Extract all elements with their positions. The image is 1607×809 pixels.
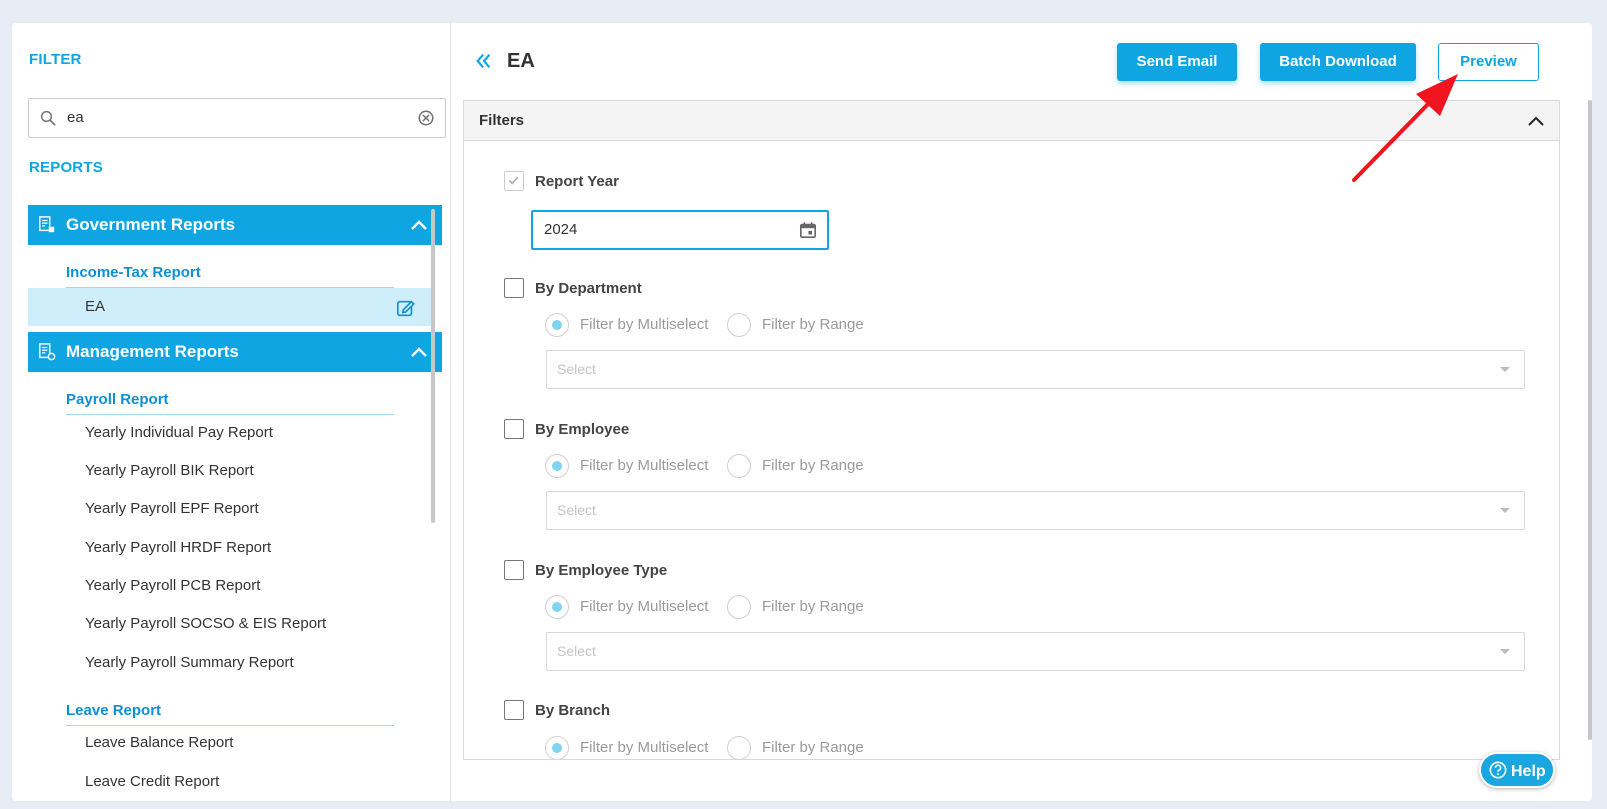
- annotation-arrow: [1352, 74, 1458, 182]
- report-item-label: Yearly Payroll EPF Report: [85, 500, 259, 517]
- by-employee-type-checkbox[interactable]: [504, 560, 524, 580]
- report-item-label: EA: [85, 298, 106, 315]
- help-label: Help: [1511, 763, 1546, 780]
- select-placeholder: Select: [557, 361, 596, 377]
- help-button[interactable]: Help: [1479, 752, 1555, 788]
- by-branch-checkbox[interactable]: [504, 700, 524, 720]
- chevron-up-icon[interactable]: [1527, 114, 1545, 128]
- report-document-icon: [39, 216, 55, 233]
- report-item-yearly-payroll-socso-eis[interactable]: Yearly Payroll SOCSO & EIS Report: [28, 605, 432, 643]
- by-branch-label: By Branch: [535, 702, 611, 719]
- search-box[interactable]: ea: [28, 98, 446, 138]
- group-label: Government Reports: [66, 215, 236, 234]
- employee-type-multiselect-radio[interactable]: [545, 595, 569, 619]
- report-item-yearly-payroll-summary[interactable]: Yearly Payroll Summary Report: [28, 644, 432, 682]
- report-item-label: Leave Credit Report: [85, 773, 220, 790]
- select-placeholder: Select: [557, 643, 596, 659]
- calendar-icon[interactable]: [799, 221, 817, 239]
- by-department-label: By Department: [535, 280, 642, 297]
- check-icon: [508, 176, 519, 185]
- chevron-up-icon[interactable]: [410, 218, 428, 232]
- sidebar-scrollbar[interactable]: [431, 209, 435, 523]
- category-payroll-report[interactable]: Payroll Report: [66, 389, 394, 415]
- caret-down-icon: [1500, 508, 1510, 513]
- group-management-reports[interactable]: Management Reports: [28, 332, 442, 372]
- branch-range-radio[interactable]: [727, 736, 751, 759]
- report-item-yearly-individual-pay[interactable]: Yearly Individual Pay Report: [28, 414, 432, 452]
- report-item-label: Yearly Payroll HRDF Report: [85, 539, 272, 556]
- chevron-up-icon[interactable]: [410, 345, 428, 359]
- report-item-label: Yearly Individual Pay Report: [85, 424, 273, 441]
- page-title: EA: [507, 50, 535, 72]
- report-item-yearly-payroll-epf[interactable]: Yearly Payroll EPF Report: [28, 490, 432, 528]
- group-government-reports[interactable]: Government Reports: [28, 205, 442, 245]
- group-label: Management Reports: [66, 342, 239, 361]
- employee-select[interactable]: Select: [546, 491, 1525, 530]
- department-select[interactable]: Select: [546, 350, 1525, 389]
- report-item-yearly-payroll-hrdf[interactable]: Yearly Payroll HRDF Report: [28, 529, 432, 567]
- department-range-radio[interactable]: [727, 313, 751, 337]
- radio-label: Filter by Multiselect: [580, 316, 709, 333]
- by-employee-type-label: By Employee Type: [535, 562, 668, 579]
- report-item-label: Leave Balance Report: [85, 734, 234, 751]
- report-item-ea[interactable]: EA: [28, 288, 432, 326]
- report-item-leave-credit[interactable]: Leave Credit Report: [28, 763, 432, 801]
- radio-label: Filter by Multiselect: [580, 457, 709, 474]
- report-item-leave-balance[interactable]: Leave Balance Report: [28, 724, 432, 762]
- report-item-label: Yearly Payroll BIK Report: [85, 462, 254, 479]
- search-icon: [40, 110, 56, 126]
- radio-label: Filter by Multiselect: [580, 739, 709, 756]
- employee-multiselect-radio[interactable]: [545, 454, 569, 478]
- by-employee-label: By Employee: [535, 421, 630, 438]
- report-year-value: 2024: [544, 221, 578, 238]
- caret-down-icon: [1500, 367, 1510, 372]
- report-sidebar: FILTER ea REPORTS Government Reports Inc…: [12, 23, 451, 801]
- report-year-input[interactable]: 2024: [531, 210, 829, 250]
- report-item-yearly-payroll-bik[interactable]: Yearly Payroll BIK Report: [28, 452, 432, 490]
- by-department-checkbox[interactable]: [504, 278, 524, 298]
- select-placeholder: Select: [557, 502, 596, 518]
- main-scrollbar[interactable]: [1588, 100, 1592, 740]
- radio-label: Filter by Range: [762, 316, 864, 333]
- report-year-checkbox[interactable]: [504, 171, 524, 191]
- radio-label: Filter by Range: [762, 457, 864, 474]
- report-item-label: Yearly Payroll SOCSO & EIS Report: [85, 615, 327, 632]
- search-input[interactable]: ea: [67, 99, 84, 137]
- radio-label: Filter by Range: [762, 598, 864, 615]
- employee-type-select[interactable]: Select: [546, 632, 1525, 671]
- employee-range-radio[interactable]: [727, 454, 751, 478]
- report-year-label: Report Year: [535, 173, 619, 190]
- report-item-label: Yearly Payroll PCB Report: [85, 577, 261, 594]
- by-employee-checkbox[interactable]: [504, 419, 524, 439]
- report-settings-icon: [39, 343, 56, 361]
- reports-label: REPORTS: [29, 159, 103, 176]
- category-leave-report[interactable]: Leave Report: [66, 700, 394, 726]
- question-circle-icon: [1489, 761, 1507, 779]
- radio-label: Filter by Multiselect: [580, 598, 709, 615]
- filter-label: FILTER: [29, 51, 82, 68]
- branch-multiselect-radio[interactable]: [545, 736, 569, 759]
- report-item-label: Yearly Payroll Summary Report: [85, 654, 294, 671]
- filters-panel: Filters Report Year 2024 By Department F…: [463, 100, 1560, 760]
- double-chevron-left-icon[interactable]: [475, 52, 493, 70]
- category-income-tax-report[interactable]: Income-Tax Report: [66, 262, 394, 288]
- report-item-yearly-payroll-pcb[interactable]: Yearly Payroll PCB Report: [28, 567, 432, 605]
- edit-icon[interactable]: [396, 298, 416, 318]
- department-multiselect-radio[interactable]: [545, 313, 569, 337]
- employee-type-range-radio[interactable]: [727, 595, 751, 619]
- filters-title: Filters: [479, 112, 525, 129]
- radio-label: Filter by Range: [762, 739, 864, 756]
- caret-down-icon: [1500, 649, 1510, 654]
- clear-search-icon[interactable]: [417, 109, 435, 127]
- send-email-button[interactable]: Send Email: [1117, 43, 1237, 81]
